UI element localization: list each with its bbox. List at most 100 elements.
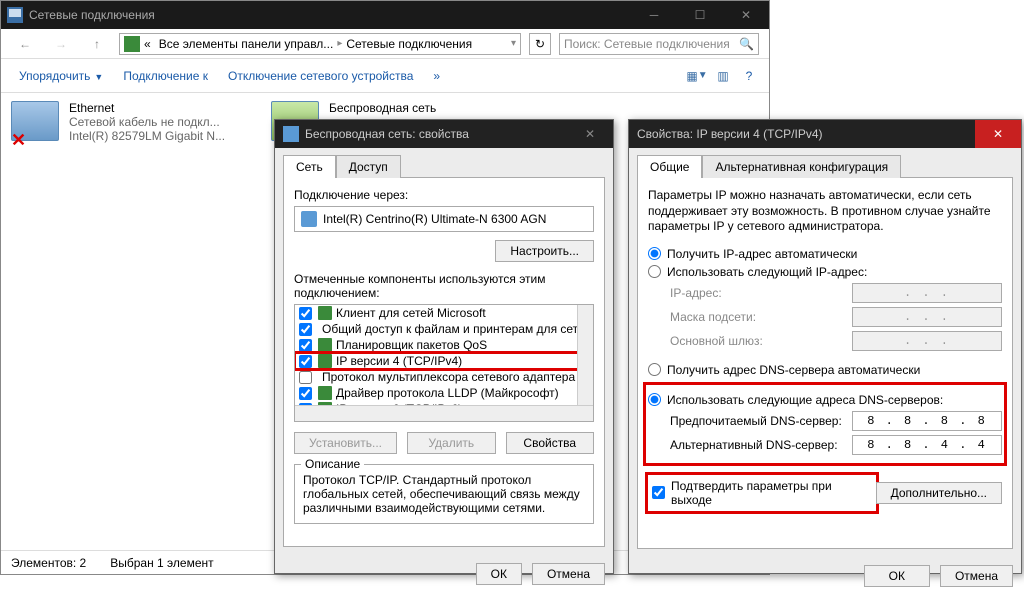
cancel-button[interactable]: Отмена <box>940 565 1013 587</box>
ok-button[interactable]: ОК <box>476 563 522 585</box>
gateway-input[interactable]: . . . <box>852 331 1002 351</box>
install-button[interactable]: Установить... <box>294 432 397 454</box>
connect-via-label: Подключение через: <box>294 188 594 202</box>
adapter-icon <box>283 126 299 142</box>
search-placeholder: Поиск: Сетевые подключения <box>564 37 730 51</box>
component-checkbox[interactable] <box>299 307 312 320</box>
component-checkbox[interactable] <box>299 355 312 368</box>
ip-address-label: IP-адрес: <box>670 286 852 300</box>
ok-button[interactable]: ОК <box>864 565 930 587</box>
list-item: Драйвер протокола LLDP (Майкрософт) <box>295 385 593 401</box>
breadcrumb-seg-1[interactable]: Все элементы панели управл... <box>155 37 338 51</box>
close-button[interactable]: ✕ <box>975 120 1021 148</box>
alternate-dns-input[interactable]: 8 . 8 . 4 . 4 <box>852 435 1002 455</box>
breadcrumb-seg-root[interactable]: « <box>140 37 155 51</box>
cancel-button[interactable]: Отмена <box>532 563 605 585</box>
advanced-button[interactable]: Дополнительно... <box>876 482 1002 504</box>
gateway-label: Основной шлюз: <box>670 334 852 348</box>
disable-device-button[interactable]: Отключение сетевого устройства <box>220 65 421 87</box>
up-button[interactable]: ↑ <box>83 32 111 56</box>
dialog-body: Параметры IP можно назначать автоматичес… <box>637 177 1013 549</box>
properties-button[interactable]: Свойства <box>506 432 595 454</box>
chevron-down-icon[interactable]: ▾ <box>511 38 516 49</box>
tab-network[interactable]: Сеть <box>283 155 336 178</box>
component-icon <box>318 354 332 368</box>
list-item: Общий доступ к файлам и принтерам для се… <box>295 321 593 337</box>
ethernet-connection[interactable]: ✕ Ethernet Сетевой кабель не подкл... In… <box>11 101 251 525</box>
component-checkbox[interactable] <box>299 323 312 336</box>
more-button[interactable]: » <box>425 65 448 87</box>
alternate-dns-label: Альтернативный DNS-сервер: <box>670 438 852 452</box>
maximize-button[interactable]: ☐ <box>677 1 723 29</box>
adapter-box: Intel(R) Centrino(R) Ultimate-N 6300 AGN <box>294 206 594 232</box>
radio-dns-auto[interactable]: Получить адрес DNS-сервера автоматически <box>648 363 1002 377</box>
subnet-mask-input[interactable]: . . . <box>852 307 1002 327</box>
radio-ip-manual[interactable]: Использовать следующий IP-адрес: <box>648 265 1002 279</box>
preview-pane-icon[interactable]: ▥ <box>713 66 733 86</box>
confirm-on-exit-checkbox[interactable]: Подтвердить параметры при выходе <box>648 475 876 511</box>
component-checkbox[interactable] <box>299 387 312 400</box>
control-panel-icon <box>124 36 140 52</box>
breadcrumb-seg-2[interactable]: Сетевые подключения <box>342 37 476 51</box>
description-text: Протокол TCP/IP. Стандартный протокол гл… <box>303 473 585 515</box>
dialog-footer: ОК Отмена <box>629 557 1021 595</box>
adapter-properties-dialog: Беспроводная сеть: свойства ✕ Сеть Досту… <box>274 119 614 574</box>
component-checkbox[interactable] <box>299 371 312 384</box>
selected-count: Выбран 1 элемент <box>110 556 213 570</box>
radio-dns-manual[interactable]: Использовать следующие адреса DNS-сервер… <box>648 393 1002 407</box>
dialog-footer: ОК Отмена <box>275 555 613 593</box>
view-options-icon[interactable]: ▦▼ <box>687 66 707 86</box>
dialog-titlebar[interactable]: Беспроводная сеть: свойства ✕ <box>275 120 613 148</box>
dialog-body: Подключение через: Intel(R) Centrino(R) … <box>283 177 605 547</box>
component-icon <box>318 306 332 320</box>
window-controls: ─ ☐ ✕ <box>631 1 769 29</box>
window-title: Сетевые подключения <box>29 8 155 22</box>
list-item-ipv4: IP версии 4 (TCP/IPv4) <box>295 353 593 369</box>
configure-button[interactable]: Настроить... <box>495 240 594 262</box>
tab-strip: Сеть Доступ <box>283 154 605 177</box>
description-group: Описание Протокол TCP/IP. Стандартный пр… <box>294 464 594 524</box>
remove-button[interactable]: Удалить <box>407 432 496 454</box>
organize-menu[interactable]: Упорядочить▼ <box>11 65 111 87</box>
dns-highlight: Использовать следующие адреса DNS-сервер… <box>646 385 1004 463</box>
item-count: Элементов: 2 <box>11 556 86 570</box>
help-icon[interactable]: ? <box>739 66 759 86</box>
adapter-name: Intel(R) Centrino(R) Ultimate-N 6300 AGN <box>323 212 546 226</box>
tab-alternative[interactable]: Альтернативная конфигурация <box>702 155 901 178</box>
back-button[interactable]: ← <box>11 32 39 56</box>
search-icon: 🔍 <box>739 37 754 51</box>
close-button[interactable]: ✕ <box>723 1 769 29</box>
component-checkbox[interactable] <box>299 339 312 352</box>
list-item: Планировщик пакетов QoS <box>295 337 593 353</box>
breadcrumb[interactable]: « Все элементы панели управл... ▸ Сетевы… <box>119 33 521 55</box>
forward-button[interactable]: → <box>47 32 75 56</box>
components-list[interactable]: Клиент для сетей Microsoft Общий доступ … <box>294 304 594 422</box>
tab-strip: Общие Альтернативная конфигурация <box>637 154 1013 177</box>
refresh-button[interactable]: ↻ <box>529 33 551 55</box>
connection-name: Ethernet <box>69 101 225 115</box>
description-legend: Описание <box>301 457 364 471</box>
window-icon <box>7 7 23 23</box>
ip-address-input[interactable]: . . . <box>852 283 1002 303</box>
close-button[interactable]: ✕ <box>567 120 613 148</box>
search-input[interactable]: Поиск: Сетевые подключения 🔍 <box>559 33 759 55</box>
radio-ip-auto[interactable]: Получить IP-адрес автоматически <box>648 247 1002 261</box>
connection-status: Сетевой кабель не подкл... <box>69 115 225 129</box>
scrollbar-vertical[interactable] <box>577 305 593 405</box>
dialog-titlebar[interactable]: Свойства: IP версии 4 (TCP/IPv4) ✕ <box>629 120 1021 148</box>
subnet-mask-label: Маска подсети: <box>670 310 852 324</box>
dialog-title: Свойства: IP версии 4 (TCP/IPv4) <box>637 127 823 141</box>
scrollbar-horizontal[interactable] <box>295 405 593 421</box>
connect-to-button[interactable]: Подключение к <box>115 65 216 87</box>
address-bar: ← → ↑ « Все элементы панели управл... ▸ … <box>1 29 769 59</box>
list-item: Протокол мультиплексора сетевого адаптер… <box>295 369 593 385</box>
toolbar: Упорядочить▼ Подключение к Отключение се… <box>1 59 769 93</box>
preferred-dns-input[interactable]: 8 . 8 . 8 . 8 <box>852 411 1002 431</box>
tab-general[interactable]: Общие <box>637 155 702 178</box>
minimize-button[interactable]: ─ <box>631 1 677 29</box>
tab-access[interactable]: Доступ <box>336 155 401 178</box>
component-icon <box>318 386 332 400</box>
dialog-title: Беспроводная сеть: свойства <box>305 127 469 141</box>
component-icon <box>318 338 332 352</box>
preferred-dns-label: Предпочитаемый DNS-сервер: <box>670 414 852 428</box>
